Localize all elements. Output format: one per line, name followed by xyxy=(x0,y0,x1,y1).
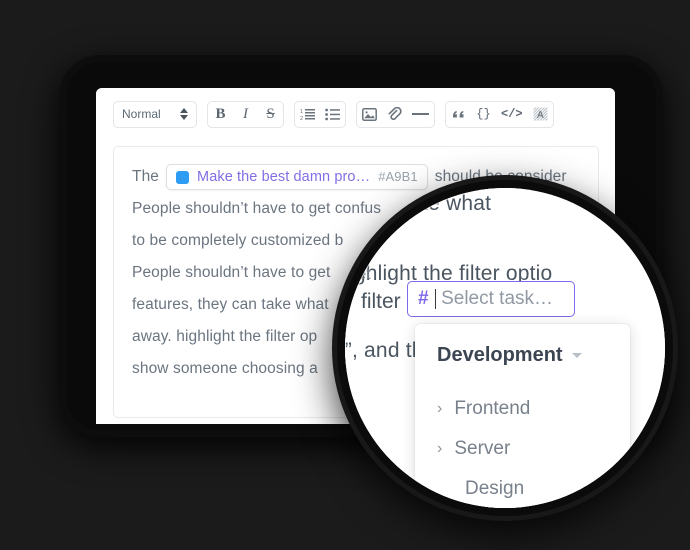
task-mention-chip[interactable]: Make the best damn pro… #A9B1 xyxy=(166,164,428,190)
image-button[interactable] xyxy=(357,102,382,127)
toolbar-group-style: Normal xyxy=(113,100,197,128)
paragraph-style-select[interactable]: Normal xyxy=(114,102,196,127)
magnifier-content: can take what . highlight the filter opt… xyxy=(345,188,665,508)
text-caret xyxy=(434,289,437,309)
dropdown-group-development[interactable]: Development xyxy=(415,344,630,367)
code-block-button[interactable]: {} xyxy=(471,102,496,127)
dropdown-item-server[interactable]: › Server xyxy=(415,429,630,469)
edge-fragment-1: get confus xyxy=(345,195,415,212)
chevron-right-icon[interactable]: › xyxy=(437,401,442,417)
task-picker-dropdown: Development › Frontend › Server Design xyxy=(415,324,630,508)
select-task-placeholder: Select task… xyxy=(441,288,554,309)
toolbar-group-insert xyxy=(356,100,435,128)
svg-text:2: 2 xyxy=(300,116,303,121)
bold-button[interactable]: B xyxy=(208,102,233,127)
chevron-right-icon[interactable]: › xyxy=(437,441,442,457)
dropdown-group-label: Development xyxy=(437,344,563,366)
dropdown-item-label: Design xyxy=(465,478,525,499)
magnifier-lens: can take what . highlight the filter opt… xyxy=(345,188,665,508)
dropdown-item-frontend[interactable]: › Frontend xyxy=(415,389,630,429)
italic-button[interactable]: I xyxy=(233,102,258,127)
edge-fragment-2: zed b xyxy=(345,227,377,244)
task-color-swatch-icon xyxy=(176,170,190,184)
svg-text:1: 1 xyxy=(300,109,303,115)
editor-line-1-prefix: The xyxy=(132,168,160,185)
dropdown-item-design[interactable]: Design xyxy=(415,469,630,508)
inline-code-button[interactable]: </> xyxy=(496,102,528,127)
edge-fragment-3: get xyxy=(349,266,371,283)
hash-icon: # xyxy=(418,288,429,309)
chevron-down-icon[interactable] xyxy=(571,353,582,358)
strikethrough-button[interactable]: S xyxy=(258,102,283,127)
horizontal-rule-button[interactable] xyxy=(407,102,434,127)
screenshot-root: Normal B I S 1 2 {} </> A The Make the b… xyxy=(0,0,690,550)
svg-text:A: A xyxy=(537,110,544,121)
numbered-list-button[interactable]: 1 2 xyxy=(295,102,320,127)
updown-spinner-icon xyxy=(180,108,188,120)
toolbar-group-blocks: {} </> A xyxy=(445,100,554,128)
paragraph-style-value: Normal xyxy=(122,107,161,121)
dropdown-item-label: Frontend xyxy=(454,398,531,419)
bulleted-list-button[interactable] xyxy=(320,102,345,127)
toolbar-group-text-format: B I S xyxy=(207,100,284,128)
blockquote-icon[interactable] xyxy=(446,102,471,127)
dropdown-item-label: Server xyxy=(454,438,511,459)
attachment-button[interactable] xyxy=(382,102,407,127)
magnified-filter-word: filter xyxy=(361,290,401,313)
clear-format-icon[interactable]: A xyxy=(528,102,553,127)
editor-toolbar: Normal B I S 1 2 {} </> A xyxy=(96,88,615,140)
toolbar-group-lists: 1 2 xyxy=(294,100,346,128)
select-task-input[interactable]: # Select task… xyxy=(407,281,575,317)
